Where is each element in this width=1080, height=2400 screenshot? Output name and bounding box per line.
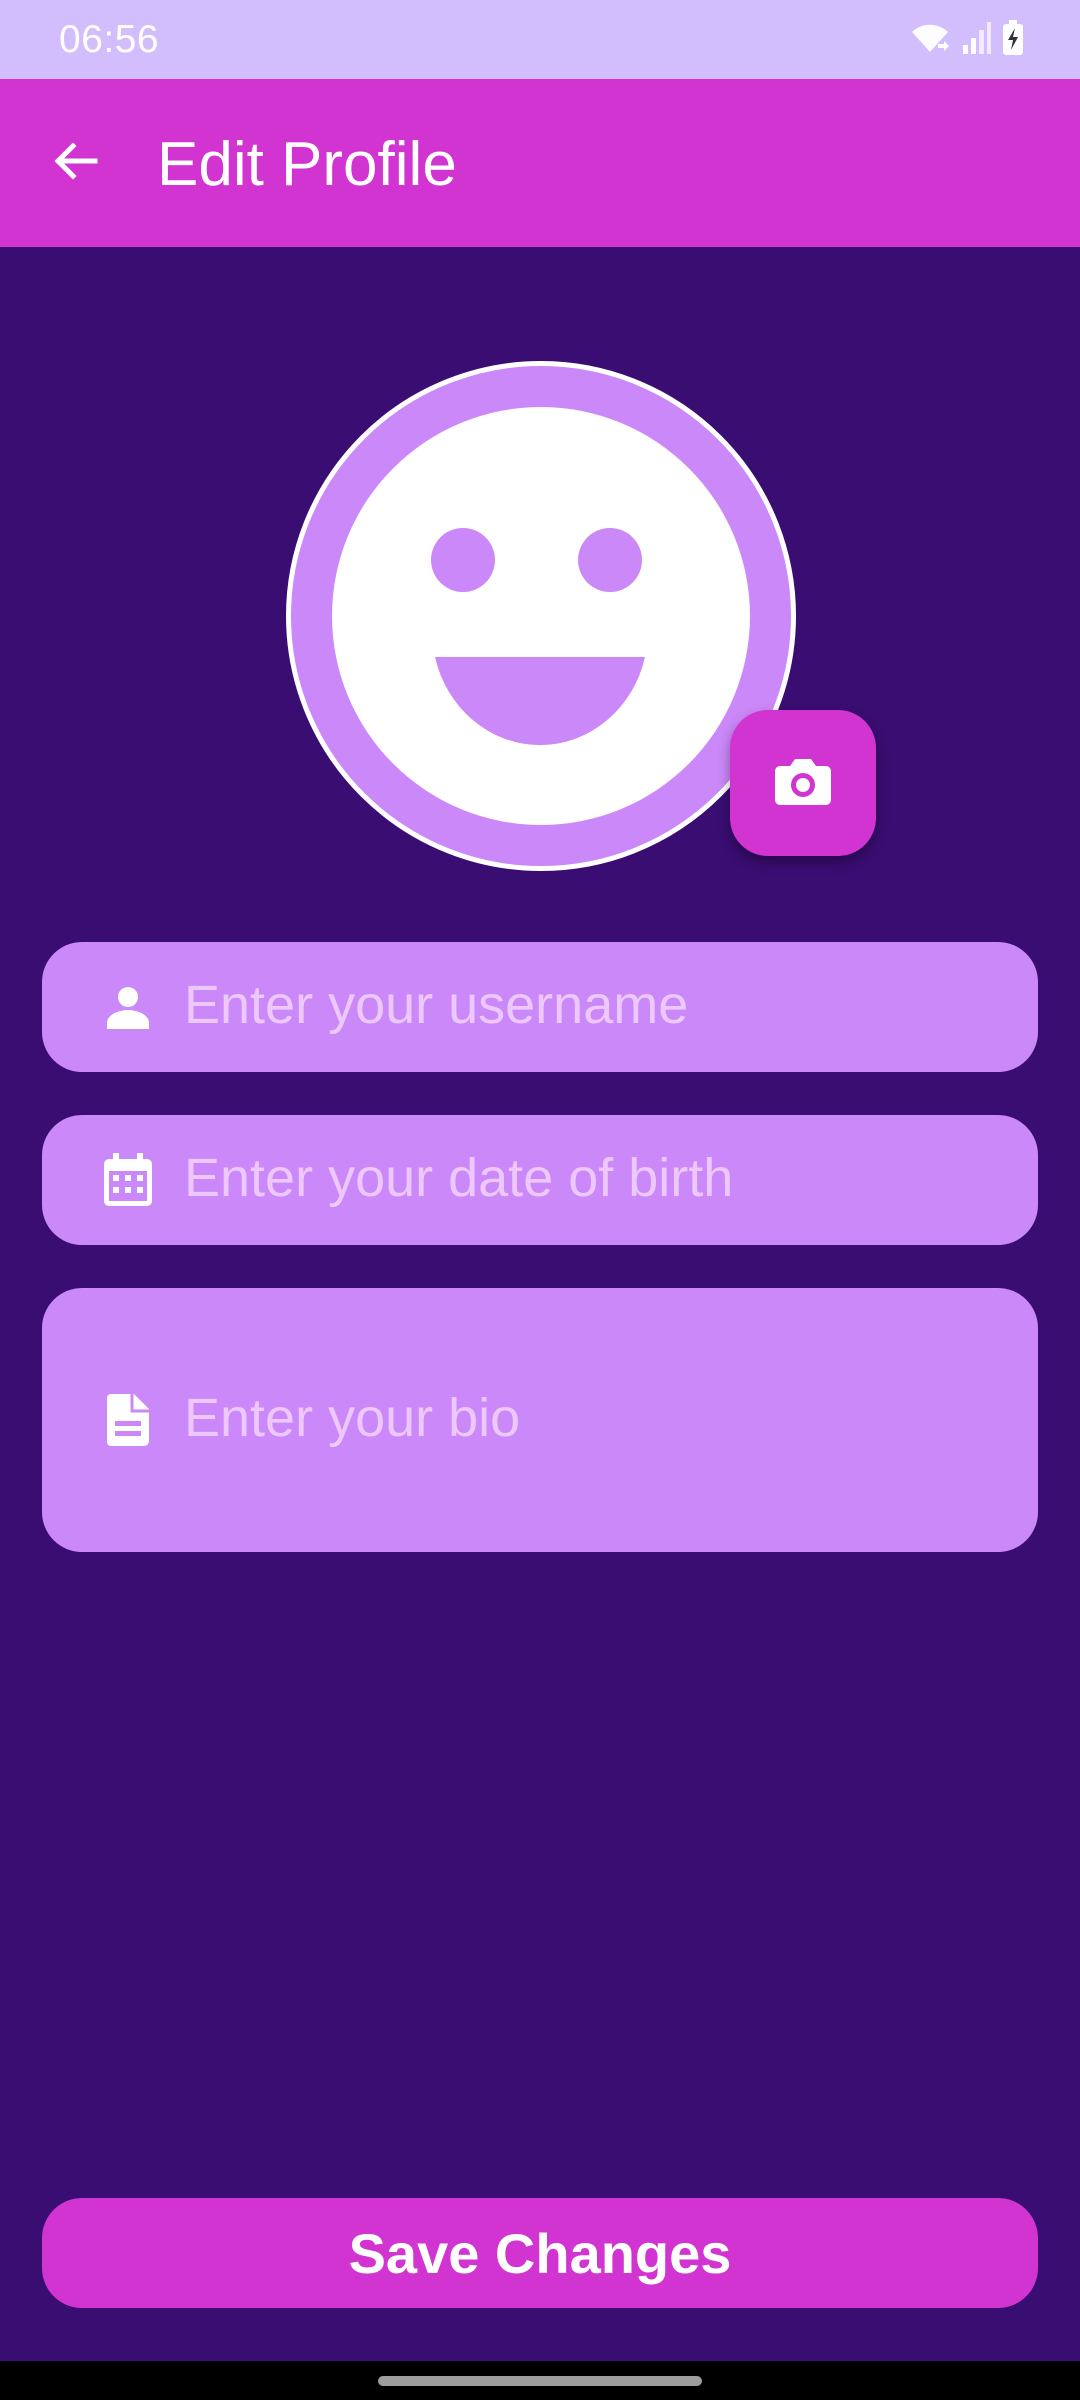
system-navigation-bar: [0, 2361, 1080, 2400]
signal-icon: [962, 21, 992, 55]
change-photo-button[interactable]: [730, 710, 876, 856]
home-indicator[interactable]: [378, 2376, 702, 2386]
save-changes-button[interactable]: Save Changes: [42, 2198, 1038, 2308]
document-icon: [98, 1390, 158, 1450]
smiley-face-icon: [332, 407, 750, 825]
profile-avatar: [286, 361, 796, 871]
bio-placeholder: Enter your bio: [184, 1388, 521, 1448]
date-of-birth-placeholder: Enter your date of birth: [184, 1148, 734, 1208]
calendar-icon: [98, 1150, 158, 1210]
back-button[interactable]: [42, 121, 108, 205]
battery-charging-icon: [1002, 20, 1024, 56]
username-input[interactable]: Enter your username: [42, 942, 1038, 1072]
page-title: Edit Profile: [157, 130, 457, 199]
bio-input[interactable]: Enter your bio: [42, 1288, 1038, 1552]
arrow-back-icon: [51, 137, 99, 190]
camera-icon: [774, 756, 832, 811]
app-bar: Edit Profile: [0, 79, 1080, 247]
username-placeholder: Enter your username: [184, 975, 689, 1035]
status-time: 06:56: [59, 18, 160, 61]
person-icon: [98, 977, 158, 1037]
status-icons: [908, 20, 1024, 56]
wifi-icon: [908, 20, 952, 56]
date-of-birth-input[interactable]: Enter your date of birth: [42, 1115, 1038, 1245]
status-bar: 06:56: [0, 0, 1080, 79]
